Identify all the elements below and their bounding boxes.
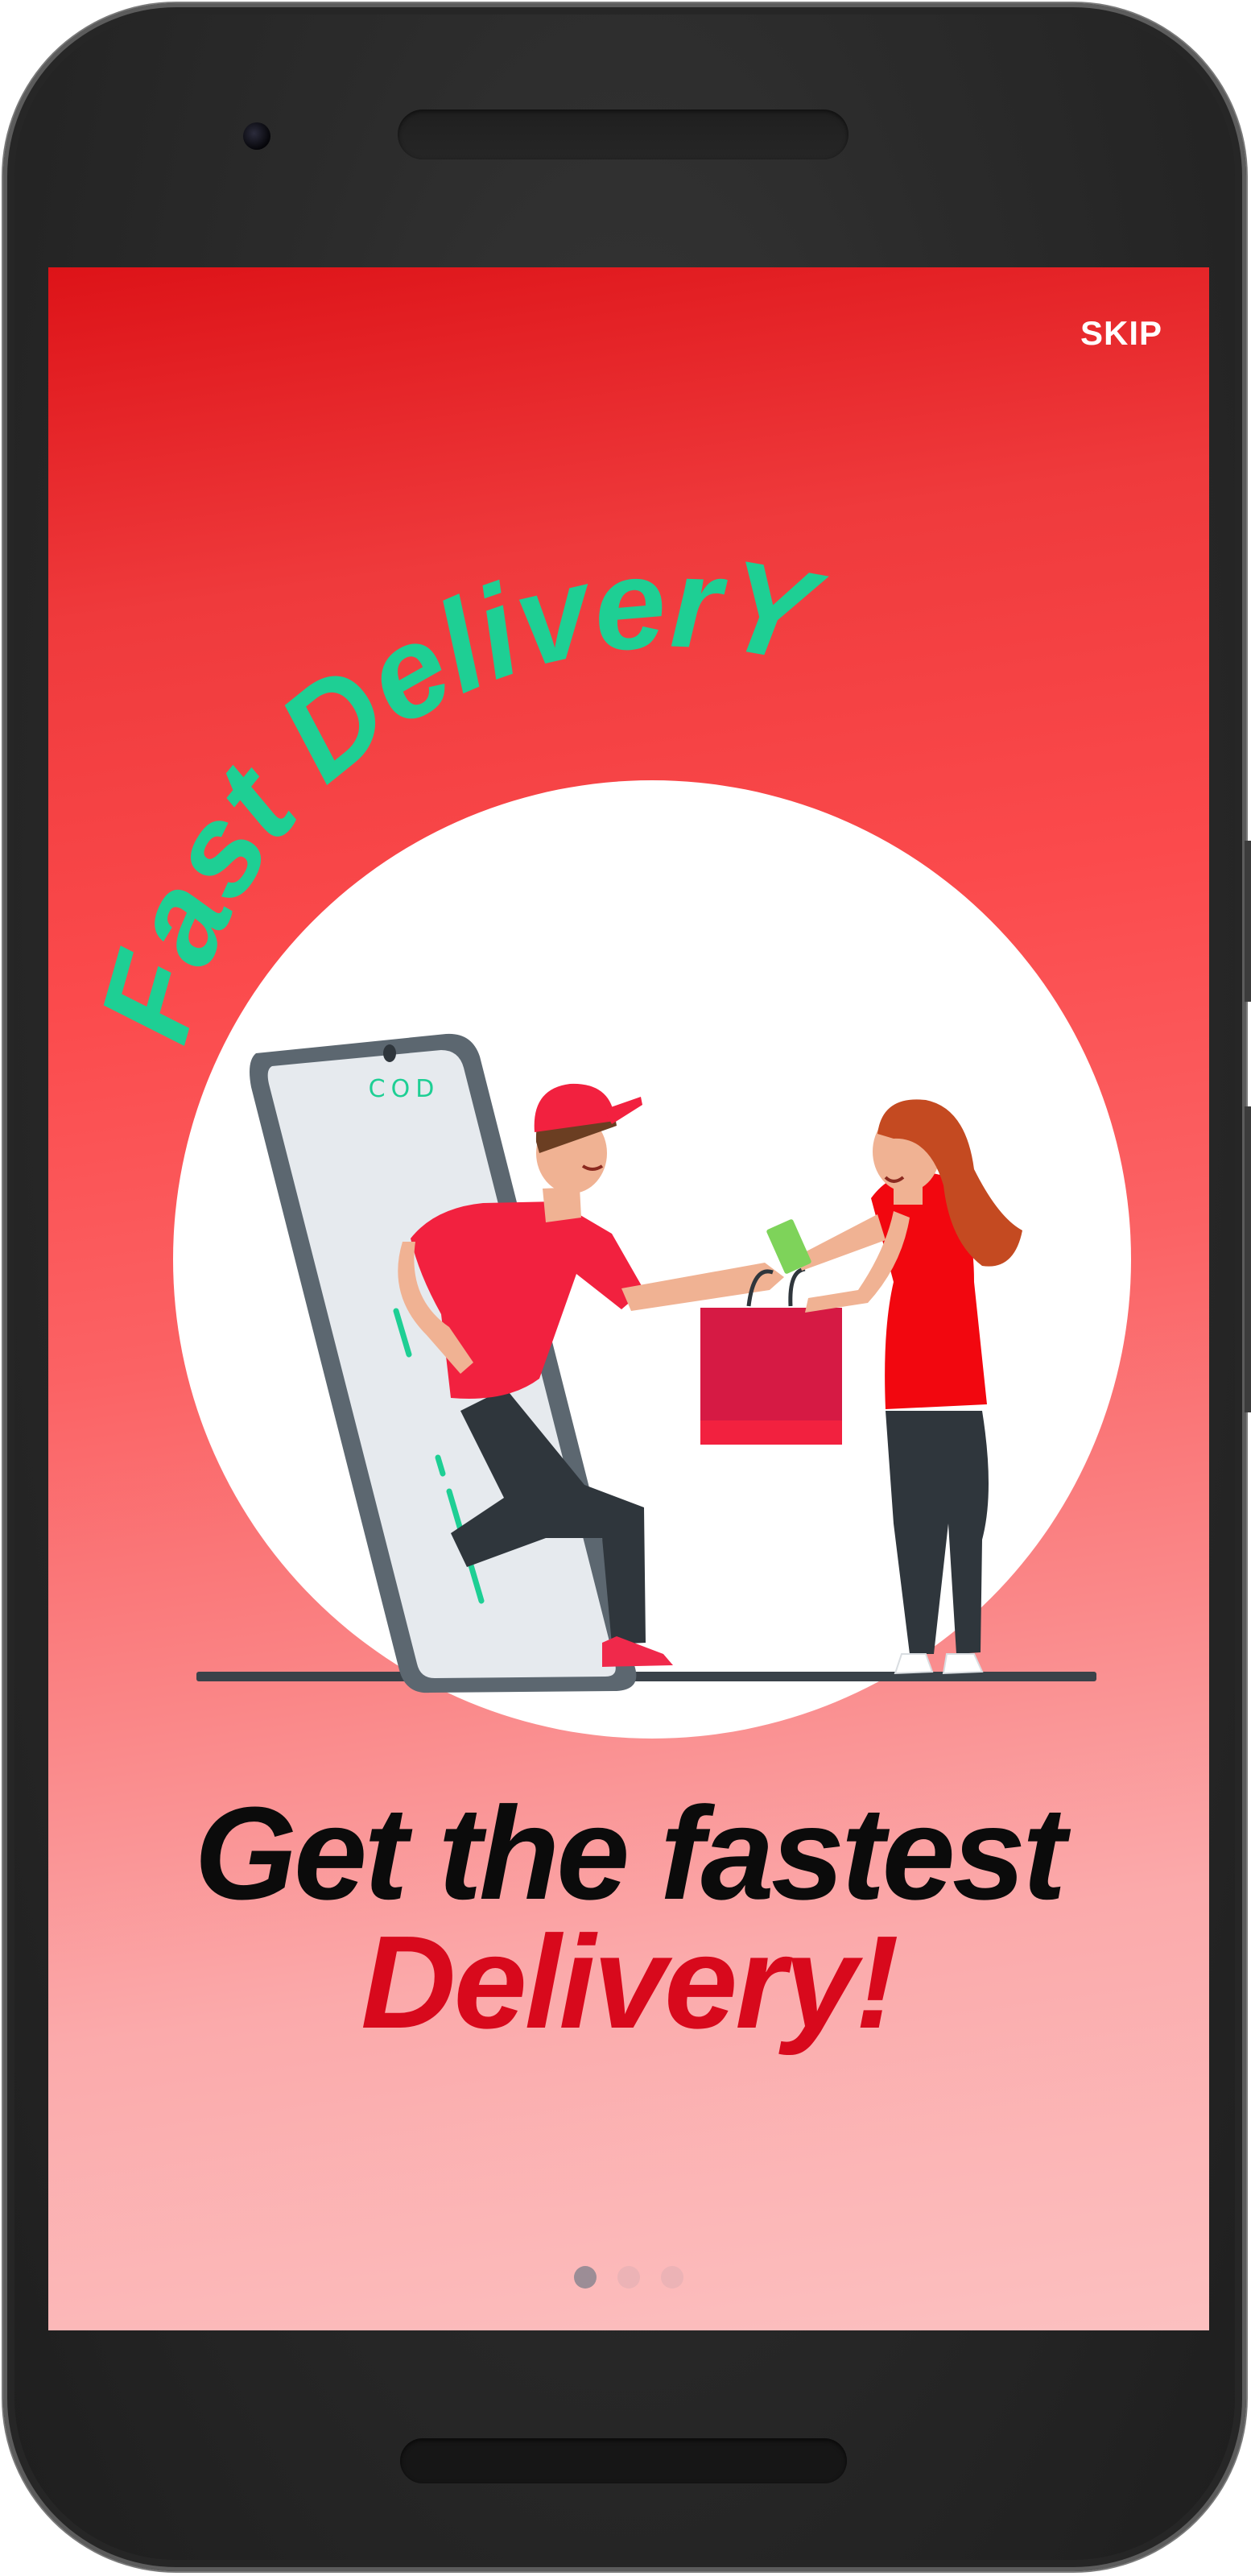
bottom-speaker-bar: [400, 2438, 847, 2483]
front-camera: [243, 122, 270, 150]
headline-line-1: Get the fastest: [194, 1780, 1066, 1927]
headline-line-2: Delivery!: [361, 1908, 899, 2056]
phone-cod-label: COD: [369, 1075, 440, 1103]
page-indicator: [48, 2266, 1209, 2289]
volume-button: [1245, 1106, 1251, 1412]
page-dot-1[interactable]: [574, 2266, 597, 2289]
earpiece-speaker: [398, 110, 848, 159]
page-dot-3[interactable]: [661, 2266, 683, 2289]
page-dot-2[interactable]: [617, 2266, 640, 2289]
onboarding-screen: SKIP Fast DeliverY COD Get the fastest D…: [48, 267, 1209, 2330]
phone-frame: SKIP Fast DeliverY COD Get the fastest D…: [3, 3, 1251, 2571]
power-button: [1245, 841, 1251, 1002]
